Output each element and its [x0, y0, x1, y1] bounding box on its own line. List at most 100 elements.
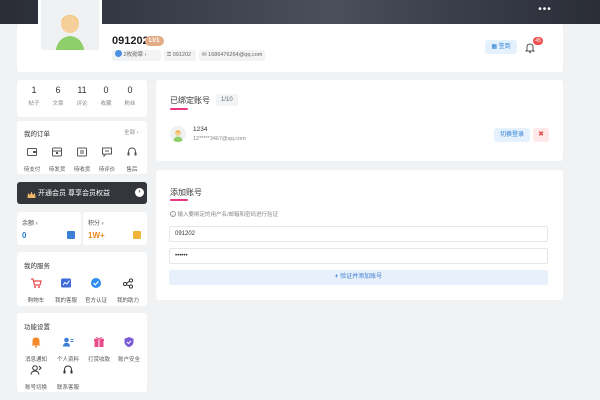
headset-icon — [127, 147, 137, 156]
avatar[interactable] — [38, 0, 102, 53]
package-icon — [52, 147, 62, 157]
order-unshipped[interactable]: 待发货 — [44, 145, 70, 173]
bound-count: 1/10 — [216, 94, 238, 106]
user-avatar-icon — [41, 0, 99, 50]
stat-value: 11 — [77, 85, 87, 95]
medals-tag[interactable]: 2枚勋章 › — [112, 50, 161, 61]
verified-icon — [91, 278, 101, 288]
stat-fans[interactable]: 0 粉丝 — [117, 84, 143, 107]
username-input[interactable]: 091202 — [169, 226, 548, 242]
arrow-right-icon[interactable]: › — [135, 188, 144, 197]
stat-value: 6 — [55, 85, 61, 95]
stat-label: 粉丝 — [124, 101, 136, 107]
bound-title: 已绑定账号 — [170, 96, 210, 105]
info-icon: i — [170, 211, 176, 217]
chart-icon — [61, 278, 71, 288]
share-icon — [122, 278, 134, 289]
order-unreviewed[interactable]: 待评价 — [94, 145, 120, 173]
bound-accounts-card: 已绑定账号 1/10 1234 12*****3467@qq.com — [156, 80, 563, 161]
points-title: 积分 › — [88, 221, 104, 227]
stat-label: 文章 — [52, 101, 64, 107]
sign-in-button[interactable]: ▦ 签到 — [485, 40, 517, 54]
more-icon[interactable]: ••• — [538, 5, 552, 18]
setting-label: 账户安全 — [117, 357, 140, 363]
section-title: 功能设置 — [24, 324, 50, 331]
switch-account-icon — [30, 365, 42, 375]
account-email: 12*****3467@qq.com — [193, 136, 246, 142]
stat-articles[interactable]: 6 文章 — [45, 84, 71, 107]
password-input[interactable]: •••••• — [169, 248, 548, 264]
stat-favorites[interactable]: 0 收藏 — [93, 84, 119, 107]
order-label: 待支付 — [23, 167, 41, 173]
setting-security[interactable]: 账户安全 — [116, 335, 142, 363]
mail-icon: ✉ — [202, 52, 207, 58]
setting-profile[interactable]: 个人资料 — [55, 335, 81, 363]
level-badge: LV1 — [145, 36, 164, 46]
wallet-icon — [27, 148, 37, 156]
setting-contact-support[interactable]: 联系客服 — [55, 363, 81, 391]
sign-in-label: 签到 — [498, 44, 511, 50]
service-support[interactable]: 我的客服 — [53, 276, 79, 304]
delete-account-button[interactable]: ✖ — [533, 128, 549, 142]
email-label: 1686476264@qq.com — [208, 52, 263, 58]
setting-label: 联系客服 — [56, 385, 79, 391]
service-boost[interactable]: 我的助力 — [115, 276, 141, 304]
stat-comments[interactable]: 11 评论 — [69, 84, 95, 107]
stat-label: 帖子 — [28, 101, 40, 107]
section-title: 我的服务 — [24, 263, 50, 270]
balance-card[interactable]: 余额 › 0 — [17, 212, 81, 245]
add-hint: i 输入要绑定的用户名/邮箱和密码进行验证 — [170, 210, 278, 218]
stat-label: 收藏 — [100, 101, 112, 107]
wallet-icon — [67, 231, 75, 239]
calendar-icon: ▦ — [491, 44, 497, 50]
orders-all-link[interactable]: 全部 › — [124, 128, 138, 136]
stat-label: 评论 — [76, 101, 88, 107]
my-orders: 我的订单 全部 › 待支付 待发货 待收货 待评价 售后 — [17, 121, 147, 174]
service-label: 官方认证 — [84, 298, 107, 304]
verify-add-button[interactable]: + 验证并添加账号 — [169, 270, 548, 285]
account-avatar — [170, 126, 186, 142]
points-value: 1W+ — [88, 231, 105, 240]
service-verify[interactable]: 官方认证 — [83, 276, 109, 304]
account-name: 1234 — [193, 126, 208, 133]
comment-icon — [102, 147, 112, 158]
order-unpaid[interactable]: 待支付 — [19, 145, 45, 173]
medal-icon — [115, 50, 122, 57]
uid-label: 091202 — [172, 52, 192, 58]
setting-label: 打赏收款 — [87, 357, 110, 363]
email-tag: ✉ 1686476264@qq.com — [199, 50, 265, 61]
profile-icon — [62, 337, 74, 347]
points-card[interactable]: 积分 › 1W+ — [83, 212, 147, 245]
crown-icon — [27, 187, 36, 198]
setting-tips[interactable]: 打赏收款 — [86, 335, 112, 363]
stat-value: 0 — [103, 85, 109, 95]
setting-label: 消息通知 — [24, 357, 47, 363]
service-label: 购物车 — [27, 298, 45, 304]
bell-icon — [31, 337, 41, 348]
service-cart[interactable]: 购物车 — [23, 276, 49, 304]
stat-value: 1 — [31, 85, 37, 95]
gift-icon — [94, 337, 104, 347]
hint-text: 输入要绑定的用户名/邮箱和密码进行验证 — [177, 212, 279, 218]
username: 091202 — [112, 35, 149, 47]
title-underline — [170, 199, 188, 201]
balance-value: 0 — [22, 231, 27, 240]
box-icon — [77, 147, 87, 157]
function-settings: 功能设置 消息通知 个人资料 打赏收款 账户安全 账号切换 联系客服 — [17, 313, 147, 392]
setting-switch-account[interactable]: 账号切换 — [23, 363, 49, 391]
setting-notifications[interactable]: 消息通知 — [23, 335, 49, 363]
balance-title: 余额 › — [22, 221, 38, 227]
cart-icon — [31, 278, 42, 288]
service-label: 我的客服 — [54, 298, 77, 304]
section-title: 我的订单 — [24, 131, 50, 138]
points-label: 积分 — [88, 221, 101, 227]
stat-posts[interactable]: 1 帖子 — [21, 84, 47, 107]
stat-value: 0 — [127, 85, 133, 95]
order-unreceived[interactable]: 待收货 — [69, 145, 95, 173]
uid-tag: ⚿ 091202 — [164, 50, 196, 61]
user-stats: 1 帖子 6 文章 11 评论 0 收藏 0 粉丝 — [17, 80, 147, 117]
order-label: 待发货 — [48, 167, 66, 173]
switch-login-button[interactable]: 切换登录 — [494, 128, 530, 142]
order-aftersale[interactable]: 售后 — [119, 145, 145, 173]
notification-count: 45 — [533, 37, 543, 45]
